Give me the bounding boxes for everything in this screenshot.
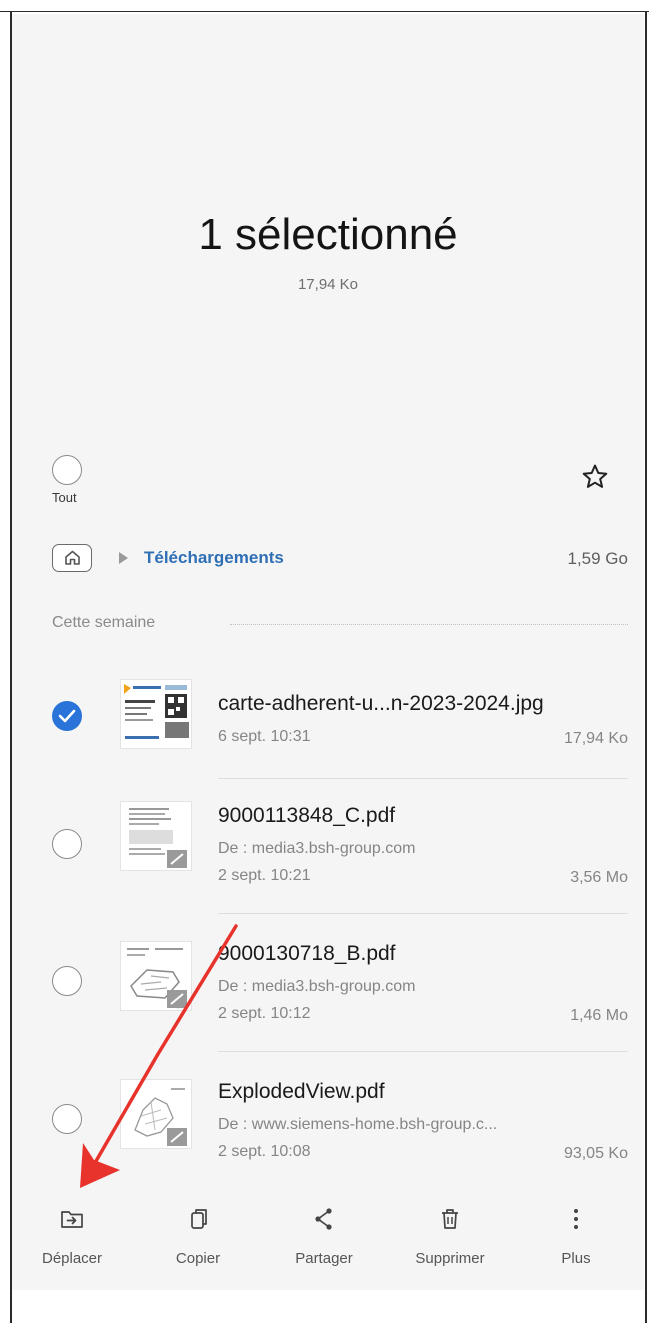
list-item[interactable]: ExplodedView.pdf De : www.siemens-home.b…: [52, 1064, 628, 1189]
pdf-thumbnail: [120, 941, 192, 1011]
file-checkbox[interactable]: [52, 1104, 82, 1134]
checkbox-circle: [52, 829, 82, 859]
copy-icon: [191, 1209, 207, 1229]
move-button[interactable]: Déplacer: [22, 1196, 122, 1290]
trash-icon: [442, 1209, 458, 1229]
section-divider: [230, 624, 628, 625]
pdf-thumbnail: [120, 1079, 192, 1149]
section-header: Cette semaine: [52, 612, 628, 636]
file-checkbox[interactable]: [52, 966, 82, 996]
checkbox-circle: [52, 1104, 82, 1134]
selection-size-subtitle: 17,94 Ko: [297, 276, 359, 293]
file-checkbox[interactable]: [52, 829, 82, 859]
breadcrumb-folder-downloads[interactable]: Téléchargements: [144, 548, 284, 568]
bottom-action-bar: Déplacer Copier Partager Supprimer Plus: [12, 1196, 644, 1290]
share-icon: [315, 1208, 332, 1230]
move-to-folder-icon: [61, 1211, 83, 1228]
file-date: 2 sept. 10:12: [218, 1005, 311, 1022]
breadcrumb: Téléchargements 1,59 Go: [52, 541, 628, 577]
selection-count-title: 1 sélectionné: [198, 210, 458, 259]
checkbox-circle: [52, 966, 82, 996]
delete-label: Supprimer: [415, 1250, 485, 1267]
more-label: Plus: [561, 1250, 591, 1267]
select-all-checkbox[interactable]: [52, 455, 82, 485]
list-divider: [218, 913, 628, 914]
file-date: 2 sept. 10:08: [218, 1143, 311, 1160]
file-name: ExplodedView.pdf: [218, 1080, 385, 1103]
list-divider: [218, 1051, 628, 1052]
share-label: Partager: [295, 1250, 353, 1267]
list-item[interactable]: 9000113848_C.pdf De : media3.bsh-group.c…: [52, 789, 628, 914]
list-item[interactable]: carte-adherent-u...n-2023-2024.jpg 6 sep…: [52, 674, 628, 789]
screenshot-top-border: [0, 0, 649, 12]
file-date: 2 sept. 10:21: [218, 867, 311, 884]
file-checkbox-checked[interactable]: [52, 701, 82, 731]
share-button[interactable]: Partager: [274, 1196, 374, 1290]
breadcrumb-chevron-icon: [119, 552, 128, 564]
file-size: 3,56 Mo: [570, 869, 628, 886]
select-all-label: Tout: [52, 490, 77, 505]
pdf-thumbnail: [120, 801, 192, 871]
more-vertical-icon: [574, 1209, 578, 1229]
checkmark-icon: [52, 701, 82, 731]
file-date: 6 sept. 10:31: [218, 728, 311, 745]
section-label: Cette semaine: [52, 614, 164, 632]
more-button[interactable]: Plus: [526, 1196, 626, 1290]
file-manager-screen: 1 sélectionné 17,94 Ko Tout Téléchargeme…: [12, 14, 644, 1290]
screenshot-right-border: [645, 12, 647, 1323]
file-name: carte-adherent-u...n-2023-2024.jpg: [218, 692, 544, 715]
file-size: 1,46 Mo: [570, 1007, 628, 1024]
file-name: 9000130718_B.pdf: [218, 942, 396, 965]
file-source: De : media3.bsh-group.com: [218, 840, 416, 857]
file-size: 93,05 Ko: [563, 1145, 628, 1162]
file-source: De : www.siemens-home.bsh-group.c...: [218, 1116, 498, 1133]
list-item[interactable]: 9000130718_B.pdf De : media3.bsh-group.c…: [52, 926, 628, 1052]
file-size: 17,94 Ko: [563, 730, 628, 747]
file-source: De : media3.bsh-group.com: [218, 978, 416, 995]
delete-button[interactable]: Supprimer: [400, 1196, 500, 1290]
copy-button[interactable]: Copier: [148, 1196, 248, 1290]
select-all-control[interactable]: Tout: [52, 455, 82, 515]
star-outline-icon[interactable]: [580, 462, 610, 492]
home-button[interactable]: [52, 544, 92, 572]
file-name: 9000113848_C.pdf: [218, 804, 396, 827]
move-label: Déplacer: [41, 1250, 103, 1267]
file-thumbnail: [120, 679, 192, 749]
list-divider: [218, 778, 628, 779]
home-icon: [65, 550, 80, 565]
storage-size: 1,59 Go: [567, 549, 629, 568]
copy-label: Copier: [175, 1250, 221, 1267]
